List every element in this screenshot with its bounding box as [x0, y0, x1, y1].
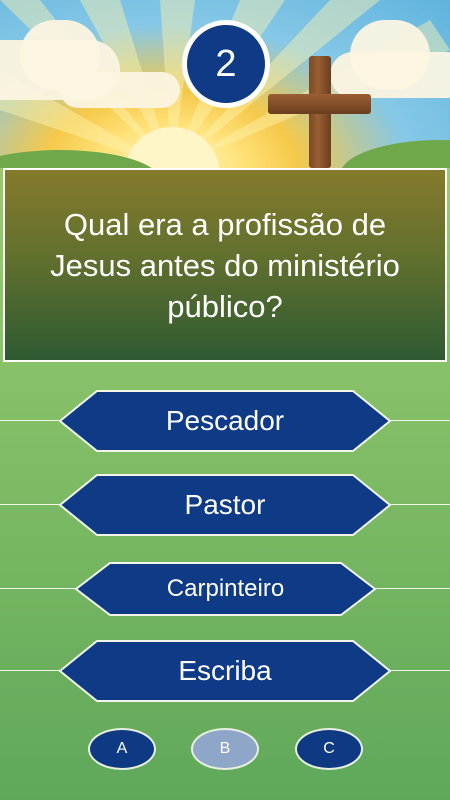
- answer-row-2[interactable]: Pastor: [0, 474, 450, 536]
- question-number-badge: 2: [182, 20, 270, 108]
- cross-bar: [268, 94, 371, 114]
- option-a-button[interactable]: A: [88, 728, 156, 770]
- answer-row-4[interactable]: Escriba: [0, 640, 450, 702]
- answer-label-4: Escriba: [178, 655, 272, 686]
- answer-label-3: Carpinteiro: [166, 575, 285, 602]
- answer-row-3[interactable]: Carpinteiro: [0, 558, 450, 620]
- question-panel: Qual era a profissão de Jesus antes do m…: [3, 168, 447, 362]
- option-a-label: A: [116, 740, 128, 757]
- answer-label-1: Pescador: [165, 405, 285, 436]
- option-c-label: C: [323, 740, 335, 757]
- answer-row-1[interactable]: Pescador: [0, 390, 450, 452]
- option-c-button[interactable]: C: [295, 728, 363, 770]
- option-b-button[interactable]: B: [191, 728, 259, 770]
- answer-label-2: Pastor: [184, 489, 266, 520]
- question-text: Qual era a profissão de Jesus antes do m…: [50, 206, 400, 324]
- option-b-label: B: [219, 740, 231, 757]
- question-number: 2: [215, 42, 237, 85]
- cloud: [60, 72, 180, 108]
- cloud: [330, 52, 450, 98]
